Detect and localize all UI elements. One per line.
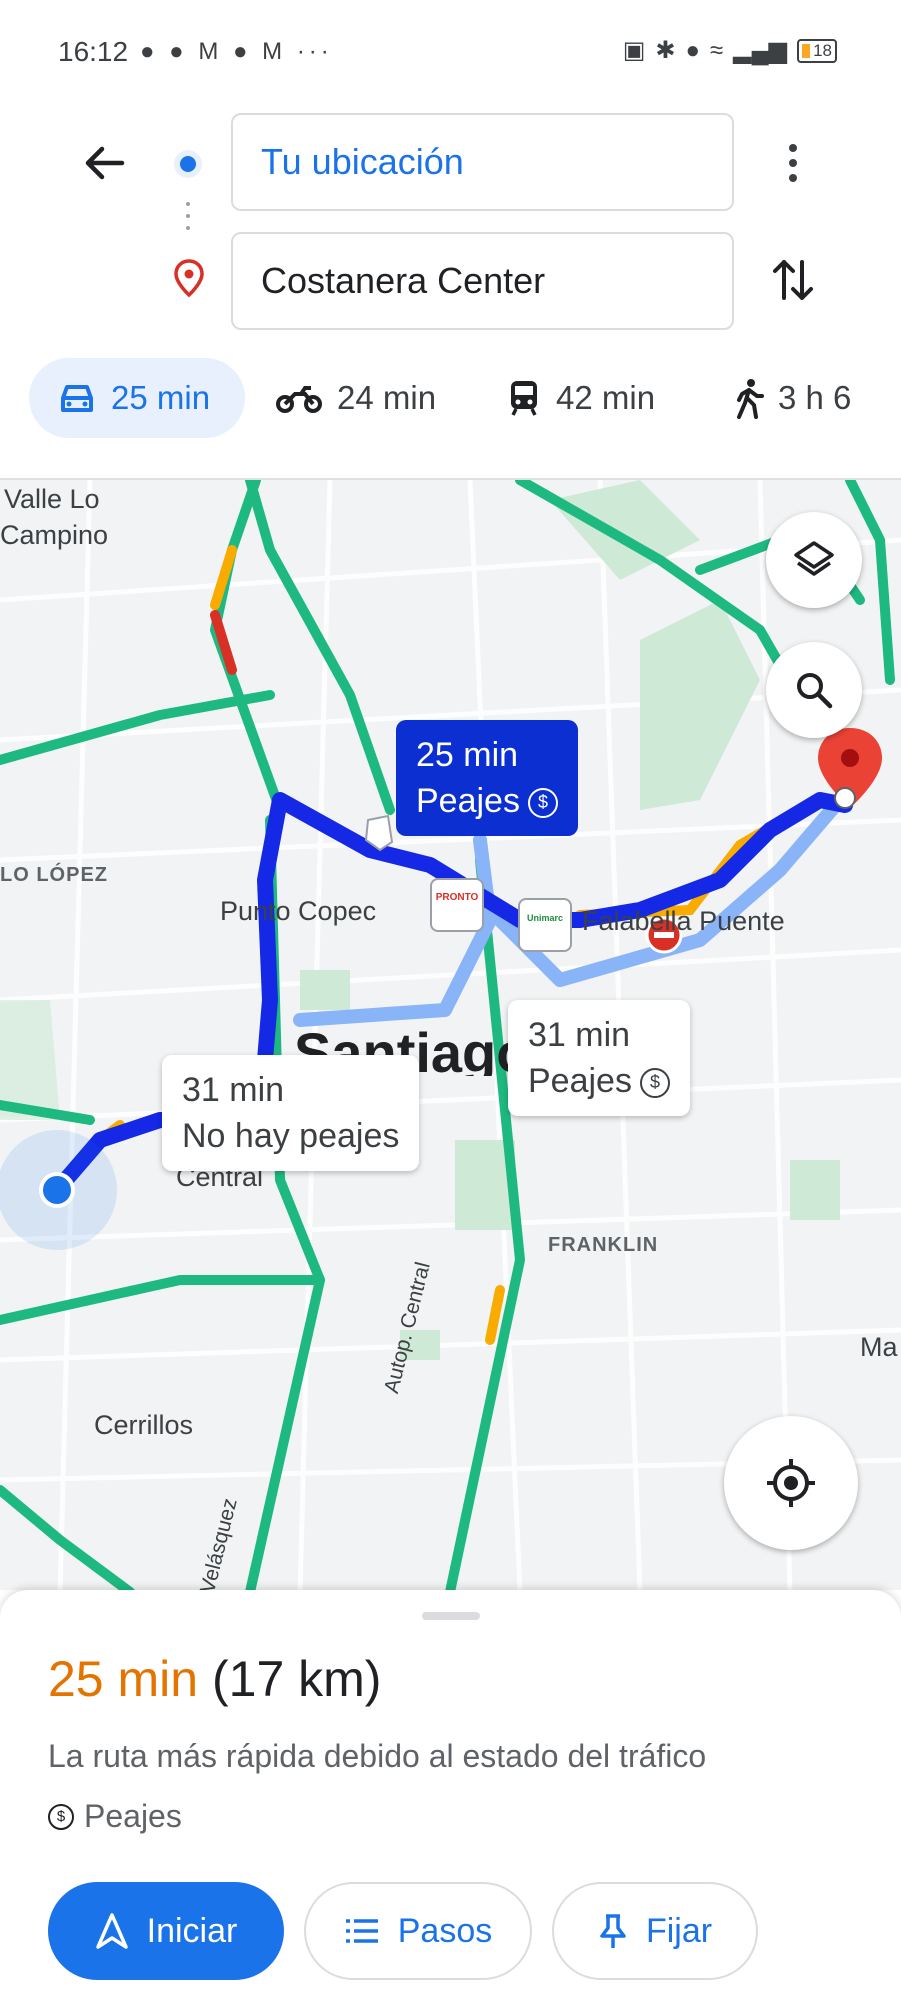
status-bar: 16:12 ● ● M ● M ··· ▣ ✱ ● ≈ ▂▄▆ 18 [0, 0, 901, 100]
mode-tab-walk[interactable]: 3 h 6 [734, 358, 851, 438]
search-icon [797, 673, 833, 709]
map-label-ma: Ma [860, 1332, 898, 1362]
route-distance: (17 km) [211, 1651, 382, 1707]
battery-icon: 18 [797, 38, 837, 63]
map-label-lopez: LO LÓPEZ [0, 864, 108, 886]
route-summary: 25 min (17 km) [48, 1650, 381, 1708]
pin-button[interactable]: Fijar [552, 1882, 758, 1980]
swap-icon[interactable] [770, 254, 816, 306]
map-label-campino: Campino [0, 520, 109, 550]
map-view[interactable]: Valle Lo Campino LO LÓPEZ Punto Copec Fa… [0, 478, 901, 1590]
toll-icon: $ [48, 1803, 74, 1830]
mode-tab-transit[interactable]: 42 min [506, 358, 655, 438]
walk-icon [737, 379, 764, 419]
mode-label-car: 25 min [111, 379, 211, 416]
route-connector-icon [186, 202, 190, 242]
start-label: Iniciar [146, 1911, 238, 1950]
unimarc-poi[interactable]: Unimarc [518, 898, 572, 952]
destination-field[interactable]: Costanera Center [231, 232, 734, 330]
system-icons: ▣ ✱ ● ≈ ▂▄▆ 18 [623, 36, 837, 65]
destination-pin-icon [172, 258, 206, 298]
alt-route-callout-2[interactable]: 31 min Peajes $ [508, 1000, 690, 1116]
crosshair-icon [767, 1459, 815, 1507]
map-label-valle: Valle Lo [4, 484, 100, 514]
layers-icon [794, 541, 834, 576]
map-label-punto-copec: Punto Copec [220, 896, 377, 926]
pin-icon [600, 1914, 626, 1948]
battery-level: 18 [813, 40, 832, 60]
location-icon: ● [685, 36, 700, 64]
route-description: La ruta más rápida debido al estado del … [48, 1738, 707, 1774]
callout-time: 25 min [416, 736, 519, 774]
selected-route-callout[interactable]: 25 min Peajes $ [396, 720, 578, 836]
toll-icon: $ [639, 1068, 670, 1099]
mode-label-walk: 3 h 6 [778, 379, 852, 416]
map-label-franklin: FRANKLIN [548, 1234, 659, 1256]
mode-tab-car[interactable]: 25 min [29, 358, 245, 438]
route-duration: 25 min [48, 1651, 199, 1707]
my-location-button[interactable] [724, 1416, 858, 1550]
callout-time: 31 min [528, 1016, 631, 1054]
motorcycle-icon [276, 386, 322, 413]
mode-tab-motorcycle[interactable]: 24 min [275, 358, 436, 438]
mode-label-motorcycle: 24 min [337, 379, 437, 416]
callout-note: Peajes [416, 782, 520, 820]
layers-button[interactable] [766, 512, 862, 608]
back-arrow-icon[interactable] [80, 138, 130, 188]
transit-icon [511, 381, 537, 416]
navigation-arrow-icon [95, 1913, 128, 1949]
nfc-icon: ▣ [622, 37, 646, 64]
status-time: 16:12 [58, 36, 129, 67]
map-label-cerrillos: Cerrillos [94, 1410, 194, 1440]
callout-time: 31 min [182, 1071, 285, 1109]
pin-label: Fijar [645, 1911, 713, 1950]
callout-note: No hay peajes [182, 1117, 400, 1155]
callout-note: Peajes [528, 1062, 632, 1100]
origin-dot-icon [174, 150, 202, 178]
bluetooth-icon: ✱ [655, 37, 676, 64]
map-label-falabella: Falabella Puente [582, 906, 785, 936]
toll-info: $ Peajes [48, 1798, 182, 1835]
car-icon [61, 385, 93, 412]
start-button[interactable]: Iniciar [48, 1882, 284, 1980]
signal-icon: ▂▄▆ [733, 37, 788, 64]
notification-icons: ● ● M ● M ··· [140, 38, 333, 65]
mode-label-transit: 42 min [556, 379, 656, 416]
drag-handle[interactable] [422, 1612, 480, 1620]
steps-button[interactable]: Pasos [304, 1882, 532, 1980]
origin-field[interactable]: Tu ubicación [231, 113, 734, 211]
search-along-route-button[interactable] [766, 642, 862, 738]
more-options-icon[interactable] [776, 140, 810, 186]
toll-label: Peajes [84, 1798, 182, 1834]
list-icon [345, 1919, 378, 1943]
toll-icon: $ [527, 788, 558, 819]
alt-route-callout-1[interactable]: 31 min No hay peajes [162, 1055, 420, 1171]
wifi-icon: ≈ [709, 36, 724, 64]
pronto-poi[interactable]: PRONTO [430, 878, 484, 932]
route-summary-sheet[interactable]: 25 min (17 km) La ruta más rápida debido… [0, 1590, 901, 2000]
steps-label: Pasos [397, 1911, 493, 1950]
